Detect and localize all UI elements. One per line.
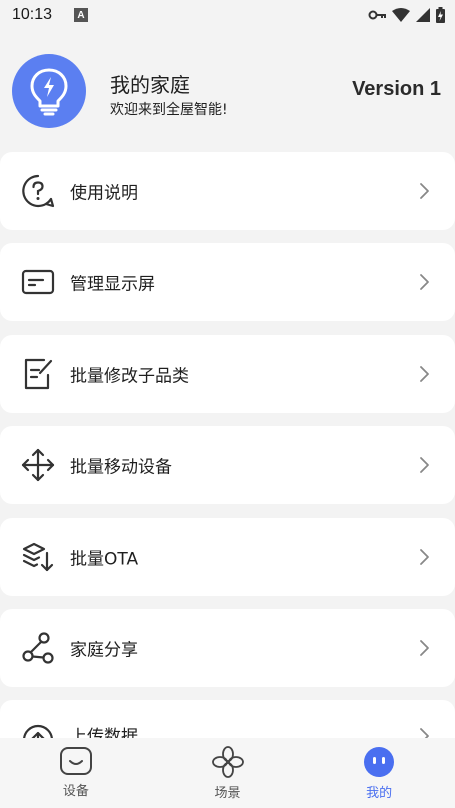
chevron-right-icon — [420, 366, 429, 382]
menu-item-edit-subcategory[interactable]: 批量修改子品类 — [0, 335, 455, 413]
edit-note-icon — [20, 356, 56, 392]
ota-icon — [20, 539, 56, 575]
scene-icon — [211, 746, 244, 778]
chevron-right-icon — [420, 274, 429, 290]
status-time: 10:13 — [12, 6, 53, 23]
notification-icon: A — [74, 8, 89, 22]
tab-devices[interactable]: 设备 — [0, 738, 152, 808]
chevron-right-icon — [420, 183, 429, 199]
menu-item-batch-ota[interactable]: 批量OTA — [0, 518, 455, 596]
menu-label-batch-ota: 批量OTA — [70, 549, 139, 570]
tab-label-scenes: 场景 — [214, 786, 241, 801]
wifi-icon — [392, 8, 410, 22]
version-label: Version 1 — [352, 78, 441, 100]
chevron-right-icon — [420, 549, 429, 565]
menu-label-edit-subcategory: 批量修改子品类 — [70, 366, 189, 387]
tab-mine[interactable]: 我的 — [303, 738, 455, 808]
device-icon — [59, 747, 92, 775]
tab-label-devices: 设备 — [62, 784, 89, 799]
status-icons — [368, 7, 445, 23]
tab-label-mine: 我的 — [366, 786, 393, 801]
profile-icon — [364, 747, 395, 777]
lightbulb-icon — [30, 68, 68, 116]
menu-item-help[interactable]: 使用说明 — [0, 152, 455, 230]
key-icon — [368, 10, 386, 20]
menu-label-help: 使用说明 — [70, 183, 138, 204]
share-icon — [20, 630, 56, 666]
display-icon — [20, 264, 56, 300]
menu-label-display: 管理显示屏 — [70, 274, 155, 295]
menu-label-family-share: 家庭分享 — [70, 640, 138, 661]
menu-label-move-devices: 批量移动设备 — [70, 457, 172, 478]
battery-icon — [436, 7, 445, 23]
upload-icon — [20, 722, 56, 738]
menu-item-move-devices[interactable]: 批量移动设备 — [0, 426, 455, 504]
home-subtitle: 欢迎来到全屋智能! — [110, 102, 228, 118]
menu-item-upload-data[interactable]: 上传数据 — [0, 700, 455, 738]
menu-label-upload-data: 上传数据 — [70, 727, 138, 738]
status-bar: 10:13 A — [0, 0, 455, 30]
tab-scenes[interactable]: 场景 — [152, 738, 304, 808]
move-icon — [20, 447, 56, 483]
menu-item-display[interactable]: 管理显示屏 — [0, 243, 455, 321]
home-title: 我的家庭 — [110, 73, 190, 97]
menu-item-family-share[interactable]: 家庭分享 — [0, 609, 455, 687]
chevron-right-icon — [420, 728, 429, 738]
chevron-right-icon — [420, 640, 429, 656]
bottom-tab-bar: 设备 场景 我的 — [0, 738, 455, 808]
help-icon — [20, 173, 56, 209]
chevron-right-icon — [420, 457, 429, 473]
avatar[interactable] — [12, 54, 86, 128]
home-header: 我的家庭 欢迎来到全屋智能! Version 1 — [0, 42, 455, 142]
signal-icon — [416, 8, 430, 22]
